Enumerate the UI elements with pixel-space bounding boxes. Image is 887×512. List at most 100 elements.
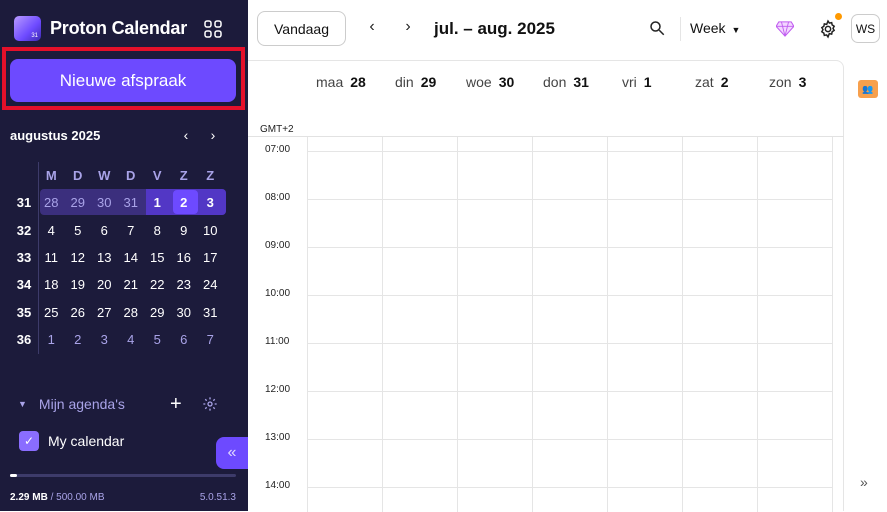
calendar-settings-icon[interactable] (202, 396, 218, 412)
add-calendar-icon[interactable]: + (170, 393, 182, 416)
mini-day[interactable]: 11 (38, 250, 65, 265)
mini-day-today[interactable]: 2 (171, 195, 198, 210)
calendar-name: My calendar (48, 433, 125, 449)
day-header[interactable]: woe 30 (466, 74, 514, 90)
mini-day[interactable]: 10 (197, 223, 224, 238)
view-label: Week (690, 20, 726, 36)
storage-usage: 2.29 MB / 500.00 MB (10, 492, 105, 503)
mini-day[interactable]: 29 (65, 195, 92, 210)
mini-day[interactable]: 23 (171, 277, 198, 292)
mini-day[interactable]: 8 (144, 223, 171, 238)
mini-day[interactable]: 5 (144, 332, 171, 347)
checkbox-checked-icon[interactable]: ✓ (19, 431, 39, 451)
day-header[interactable]: don 31 (543, 74, 589, 90)
day-header[interactable]: din 29 (395, 74, 436, 90)
mini-day[interactable]: 19 (65, 277, 92, 292)
previous-month-button[interactable]: ‹ (176, 125, 196, 145)
week-number[interactable]: 33 (10, 250, 38, 265)
mini-day[interactable]: 31 (197, 305, 224, 320)
mini-day[interactable]: 7 (118, 223, 145, 238)
mini-day[interactable]: 17 (197, 250, 224, 265)
mini-day[interactable]: 24 (197, 277, 224, 292)
mini-day[interactable]: 18 (38, 277, 65, 292)
weekday-header: D (73, 168, 83, 184)
mini-day[interactable]: 7 (197, 332, 224, 347)
expand-panel-icon[interactable]: » (860, 474, 868, 490)
hour-line (307, 199, 833, 200)
mini-day[interactable]: 30 (171, 305, 198, 320)
mini-day[interactable]: 3 (91, 332, 118, 347)
search-icon[interactable] (648, 19, 666, 37)
mini-day[interactable]: 13 (91, 250, 118, 265)
mini-day[interactable]: 26 (65, 305, 92, 320)
week-number[interactable]: 32 (10, 223, 38, 238)
next-month-button[interactable]: › (203, 125, 223, 145)
new-event-button[interactable]: Nieuwe afspraak (10, 59, 236, 102)
mini-day[interactable]: 25 (38, 305, 65, 320)
mini-day[interactable]: 12 (65, 250, 92, 265)
hour-label: 12:00 (265, 384, 291, 395)
day-header[interactable]: zon 3 (769, 74, 806, 90)
app-logo[interactable]: 31 Proton Calendar (14, 16, 187, 41)
caret-down-icon: ▼ (731, 25, 741, 35)
my-calendars-toggle[interactable]: ▼ Mijn agenda's (18, 396, 125, 412)
mini-day[interactable]: 28 (38, 195, 65, 210)
day-header[interactable]: zat 2 (695, 74, 728, 90)
chevron-left-icon: ‹ (369, 18, 375, 35)
mini-day[interactable]: 22 (144, 277, 171, 292)
day-header[interactable]: vri 1 (622, 74, 652, 90)
mini-day[interactable]: 27 (91, 305, 118, 320)
week-number[interactable]: 36 (10, 332, 38, 347)
mini-day[interactable]: 16 (171, 250, 198, 265)
week-number[interactable]: 31 (10, 195, 38, 210)
contacts-icon[interactable]: 👥 (858, 80, 878, 98)
week-number[interactable]: 35 (10, 305, 38, 320)
view-selector[interactable]: Week ▼ (690, 20, 740, 36)
mini-day[interactable]: 21 (118, 277, 145, 292)
mini-day[interactable]: 3 (197, 195, 224, 210)
right-side-panel (844, 60, 887, 511)
mini-day[interactable]: 1 (38, 332, 65, 347)
day-column-divider (532, 137, 533, 512)
chevron-right-icon: › (405, 18, 411, 35)
mini-day[interactable]: 20 (91, 277, 118, 292)
storage-progress-bar (10, 474, 236, 477)
date-range-title: jul. – aug. 2025 (434, 19, 555, 38)
collapse-sidebar-button[interactable]: « (216, 437, 248, 469)
hour-label: 10:00 (265, 288, 291, 299)
week-number[interactable]: 34 (10, 277, 38, 292)
next-week-button[interactable]: › (398, 18, 418, 36)
settings-gear-icon[interactable] (818, 19, 838, 39)
mini-day[interactable]: 29 (144, 305, 171, 320)
mini-day[interactable]: 1 (144, 195, 171, 210)
header-divider (248, 136, 844, 137)
mini-day[interactable]: 14 (118, 250, 145, 265)
hour-label: 07:00 (265, 144, 291, 155)
day-header[interactable]: maa 28 (316, 74, 366, 90)
storage-total: / 500.00 MB (50, 492, 105, 503)
today-button[interactable]: Vandaag (257, 11, 346, 46)
hour-label: 11:00 (265, 336, 290, 347)
mini-day[interactable]: 5 (65, 223, 92, 238)
previous-week-button[interactable]: ‹ (362, 18, 382, 36)
mini-day[interactable]: 28 (118, 305, 145, 320)
apps-grid-icon[interactable] (203, 19, 223, 39)
mini-day[interactable]: 15 (144, 250, 171, 265)
day-column-divider (382, 137, 383, 512)
mini-day[interactable]: 4 (38, 223, 65, 238)
hour-line (307, 439, 833, 440)
calendar-item[interactable]: ✓ My calendar (19, 431, 124, 451)
mini-day[interactable]: 31 (118, 195, 145, 210)
mini-day[interactable]: 2 (65, 332, 92, 347)
mini-day[interactable]: 30 (91, 195, 118, 210)
hour-line (307, 295, 833, 296)
weekday-header: Z (179, 168, 188, 184)
mini-day[interactable]: 4 (118, 332, 145, 347)
mini-day[interactable]: 9 (171, 223, 198, 238)
mini-day[interactable]: 6 (91, 223, 118, 238)
upgrade-diamond-icon[interactable] (776, 21, 794, 37)
storage-used: 2.29 MB (10, 492, 48, 503)
mini-day[interactable]: 6 (171, 332, 198, 347)
storage-progress-fill (10, 474, 17, 477)
user-avatar[interactable]: WS (851, 14, 880, 43)
